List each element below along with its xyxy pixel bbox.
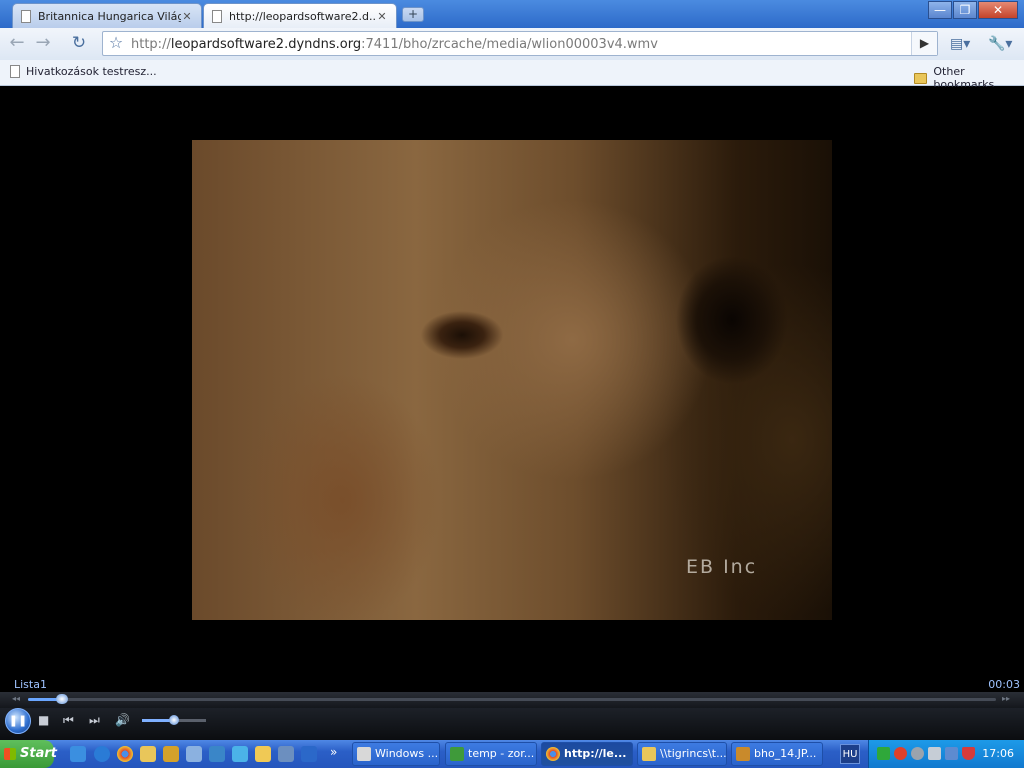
playlist-label[interactable]: Lista1	[14, 678, 47, 691]
bookmark-label: Hivatkozások testresz...	[26, 65, 157, 78]
tray-disk-icon[interactable]	[911, 747, 924, 760]
task-label: bho_14.JP...	[754, 747, 817, 760]
go-button[interactable]: ▶	[911, 32, 937, 55]
explorer-icon[interactable]	[140, 746, 156, 762]
close-icon[interactable]: ✕	[376, 10, 388, 23]
bookmarks-bar: Hivatkozások testresz... Other bookmarks	[0, 60, 1024, 91]
tray-antivirus-icon[interactable]	[894, 747, 907, 760]
image-icon	[736, 747, 750, 761]
chrome-icon[interactable]	[117, 746, 133, 762]
task-windows[interactable]: Windows ...	[352, 742, 440, 766]
tray-shield-icon[interactable]	[962, 747, 975, 760]
folder-icon[interactable]	[255, 746, 271, 762]
seek-handle[interactable]	[55, 694, 68, 704]
app-icon[interactable]	[278, 746, 294, 762]
stop-button[interactable]: ■	[38, 713, 49, 727]
image-viewer-icon[interactable]	[209, 746, 225, 762]
task-bho-image[interactable]: bho_14.JP...	[731, 742, 823, 766]
browser-toolbar: ← → ↻ ☆ http://leopardsoftware2.dyndns.o…	[0, 28, 1024, 60]
chrome-icon	[546, 747, 560, 761]
star-icon[interactable]: ☆	[103, 32, 129, 55]
network-icon[interactable]	[232, 746, 248, 762]
utility-icon[interactable]	[186, 746, 202, 762]
task-label: temp - zor...	[468, 747, 535, 760]
tab-title: Britannica Hungarica Világe...	[38, 9, 181, 23]
browser-tab-strip: Britannica Hungarica Világe... ✕ http://…	[0, 0, 1024, 28]
bookmark-item[interactable]: Hivatkozások testresz...	[10, 65, 157, 78]
new-tab-button[interactable]: +	[402, 7, 424, 22]
restore-button[interactable]: ❐	[953, 1, 977, 19]
close-icon[interactable]: ✕	[181, 10, 193, 23]
url-host: leopardsoftware2.dyndns.org	[170, 37, 362, 52]
task-tigrincs[interactable]: \\tigrincs\t...	[637, 742, 727, 766]
wrench-icon[interactable]: 🔧▾	[988, 34, 1012, 54]
url-path: :7411/bho/zrcache/media/wlion00003v4.wmv	[361, 37, 658, 52]
seek-track[interactable]	[28, 694, 996, 704]
back-button[interactable]: ←	[4, 32, 30, 56]
folder-tools-icon[interactable]	[163, 746, 179, 762]
page-icon	[10, 65, 20, 78]
seek-forward-icon: ▸▸	[1002, 694, 1011, 703]
connection-icon[interactable]	[301, 746, 317, 762]
seek-bar[interactable]: ◂◂ ▸▸	[0, 692, 1024, 708]
start-button[interactable]: Start	[0, 740, 57, 768]
windows-taskbar: Start » Windows ... temp - zor... http:/…	[0, 740, 1024, 768]
volume-handle[interactable]	[169, 715, 179, 725]
url-scheme: http://	[131, 37, 171, 52]
language-indicator[interactable]: HU	[840, 744, 860, 764]
tray-connection-icon[interactable]	[928, 747, 941, 760]
task-label: Windows ...	[375, 747, 439, 760]
tray-monitor-icon[interactable]	[877, 747, 890, 760]
window-icon	[357, 747, 371, 761]
elapsed-time: 00:03	[988, 678, 1020, 691]
internet-explorer-icon[interactable]	[94, 746, 110, 762]
folder-icon	[914, 72, 928, 84]
address-bar[interactable]: ☆ http://leopardsoftware2.dyndns.org:741…	[102, 31, 938, 56]
next-button[interactable]: ⏭	[89, 713, 100, 727]
task-chrome[interactable]: http://le...	[541, 742, 633, 766]
tab-title: http://leopardsoftware2.d...	[229, 9, 376, 23]
clock[interactable]: 17:06	[982, 747, 1014, 760]
folder-icon	[642, 747, 656, 761]
tab-leopardsoftware[interactable]: http://leopardsoftware2.d... ✕	[203, 3, 397, 28]
seek-back-icon: ◂◂	[12, 694, 21, 703]
video-frame[interactable]: EB Inc	[192, 140, 832, 620]
minimize-button[interactable]: —	[928, 1, 952, 19]
system-tray: 17:06	[868, 740, 1024, 768]
page-menu-icon[interactable]: ▤▾	[950, 34, 970, 54]
pause-button[interactable]: ❚❚	[5, 708, 31, 734]
mute-button[interactable]: 🔊	[115, 713, 130, 727]
video-watermark: EB Inc	[686, 556, 758, 578]
page-icon	[212, 9, 222, 23]
page-icon	[21, 9, 31, 23]
player-controls: ❚❚ ■ ⏮ ⏭ 🔊	[0, 708, 1024, 740]
close-window-button[interactable]: ✕	[978, 1, 1018, 19]
tab-britannica[interactable]: Britannica Hungarica Világe... ✕	[12, 3, 202, 28]
windows-logo-icon	[4, 748, 16, 760]
task-label: \\tigrincs\t...	[660, 747, 727, 760]
tray-network-icon[interactable]	[945, 747, 958, 760]
media-player-stage: EB Inc	[0, 87, 1024, 677]
previous-button[interactable]: ⏮	[63, 713, 74, 727]
volume-slider[interactable]	[142, 715, 206, 725]
app-icon	[450, 747, 464, 761]
task-label: http://le...	[564, 747, 627, 760]
show-desktop-icon[interactable]	[70, 746, 86, 762]
url-text[interactable]: http://leopardsoftware2.dyndns.org:7411/…	[131, 37, 658, 52]
forward-button[interactable]: →	[30, 32, 56, 56]
reload-button[interactable]: ↻	[66, 32, 92, 56]
quicklaunch-more-icon[interactable]: »	[330, 745, 337, 759]
task-temp[interactable]: temp - zor...	[445, 742, 537, 766]
start-label: Start	[20, 746, 57, 761]
